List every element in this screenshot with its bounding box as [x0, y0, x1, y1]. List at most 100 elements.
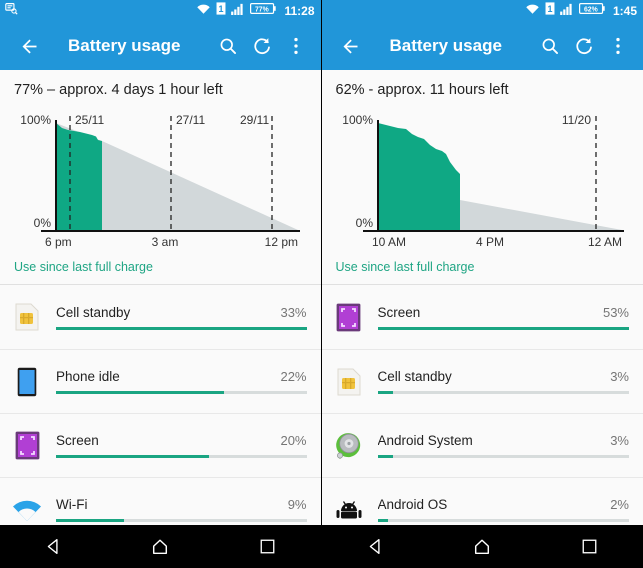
android-os-icon — [334, 495, 364, 525]
y-tick-100: 100% — [20, 113, 51, 127]
wifi-icon — [196, 2, 211, 20]
battery-icon: 62% — [578, 2, 605, 20]
y-tick-100: 100% — [342, 113, 373, 127]
battery-usage-list[interactable]: Screen 53% Cell standby 3% Android Syste… — [321, 285, 643, 525]
x-tick-1: 4 PM — [475, 235, 503, 249]
refresh-icon[interactable] — [245, 26, 279, 66]
nav-home-icon[interactable] — [132, 525, 188, 568]
date-marker-label-1: 11/20 — [561, 113, 590, 127]
sim-indicator-icon: 1 — [216, 2, 226, 20]
sim-card-icon — [334, 367, 364, 397]
list-item-percent: 2% — [610, 497, 629, 512]
battery-history-chart: 100% 0% 11/20 10 AM 4 PM 12 AM — [322, 102, 643, 252]
date-marker-label-2: 27/11 — [176, 113, 205, 127]
usage-bar — [377, 391, 629, 394]
list-item-percent: 9% — [287, 497, 307, 512]
signal-bars-icon — [231, 2, 245, 20]
list-item-percent: 3% — [610, 433, 629, 448]
screen-icon — [334, 302, 364, 332]
usage-bar — [377, 455, 629, 458]
nav-back-icon[interactable] — [347, 525, 403, 568]
page-title: Battery usage — [389, 36, 502, 55]
list-item-label: Wi-Fi — [56, 497, 88, 512]
x-tick-2: 12 AM — [587, 235, 621, 249]
list-item[interactable]: Phone idle 22% — [0, 349, 321, 413]
overflow-menu-icon[interactable] — [279, 26, 313, 66]
search-icon[interactable] — [211, 26, 245, 66]
list-item[interactable]: Cell standby 3% — [321, 349, 643, 413]
x-tick-1: 3 am — [152, 235, 179, 249]
wifi-icon — [525, 2, 540, 20]
list-item[interactable]: Cell standby 33% — [0, 285, 321, 349]
battery-summary-text: 77% – approx. 4 days 1 hour left — [14, 82, 223, 98]
status-clock: 11:28 — [284, 4, 315, 18]
list-item-percent: 20% — [280, 433, 307, 448]
search-icon[interactable] — [533, 26, 567, 66]
signal-bars-icon — [560, 2, 574, 20]
list-item[interactable]: Android OS 2% — [321, 477, 643, 525]
system-nav-bar — [0, 525, 321, 568]
app-bar: Battery usage — [321, 22, 643, 70]
svg-text:1: 1 — [219, 4, 224, 14]
list-item-percent: 33% — [280, 304, 307, 320]
battery-summary-text: 62% - approx. 11 hours left — [335, 82, 509, 98]
date-marker-label-3: 29/11 — [240, 113, 269, 127]
usage-bar — [377, 519, 629, 522]
list-item-label: Android OS — [377, 497, 448, 512]
back-arrow-icon[interactable] — [334, 26, 368, 66]
y-tick-0: 0% — [355, 216, 373, 230]
page-content: 77% – approx. 4 days 1 hour left 100% 0%… — [0, 70, 321, 525]
usage-bar — [56, 519, 307, 522]
list-item-percent: 22% — [280, 369, 307, 384]
list-item-percent: 53% — [602, 304, 629, 320]
y-tick-0: 0% — [34, 216, 52, 230]
status-bar: 1 62% 1:45 — [321, 0, 643, 22]
status-bar: 1 77% 11:28 — [0, 0, 321, 22]
list-item-label: Screen — [377, 304, 421, 320]
overflow-menu-icon[interactable] — [601, 26, 635, 66]
battery-history-chart: 100% 0% 25/11 27/11 29/11 6 pm 3 am 12 p… — [0, 102, 321, 252]
x-tick-0: 10 AM — [372, 235, 406, 249]
nav-home-icon[interactable] — [454, 525, 510, 568]
page-content: 62% - approx. 11 hours left 100% 0% 11/2… — [321, 70, 643, 525]
status-clock: 1:45 — [612, 4, 637, 18]
battery-level-text: 62% — [584, 6, 598, 13]
use-since-last-full-charge-link[interactable]: Use since last full charge — [0, 252, 321, 284]
use-since-last-full-charge-link[interactable]: Use since last full charge — [322, 252, 643, 284]
list-item-label: Cell standby — [377, 369, 452, 384]
list-item[interactable]: Screen 20% — [0, 413, 321, 477]
list-item[interactable]: Android System 3% — [321, 413, 643, 477]
left-phone-screen: 1 77% 11:28 Battery usage 77% – approx. … — [0, 0, 321, 568]
list-item-label: Screen — [56, 433, 99, 448]
usage-bar — [377, 326, 629, 330]
list-item-percent: 3% — [610, 369, 629, 384]
list-item[interactable]: Wi-Fi 9% — [0, 477, 321, 525]
back-arrow-icon[interactable] — [12, 26, 46, 66]
battery-icon: 77% — [250, 2, 277, 20]
android-system-icon — [334, 431, 364, 461]
chart-used-area — [377, 123, 460, 230]
screenshot-icon — [5, 2, 18, 20]
nav-recents-icon[interactable] — [239, 525, 295, 568]
list-item-label: Cell standby — [56, 304, 131, 320]
page-title: Battery usage — [68, 36, 181, 55]
system-nav-bar — [321, 525, 643, 568]
wifi-app-icon — [12, 495, 42, 525]
dual-screenshot-comparison: 1 77% 11:28 Battery usage 77% – approx. … — [0, 0, 643, 568]
svg-text:1: 1 — [547, 4, 552, 14]
refresh-icon[interactable] — [567, 26, 601, 66]
list-item[interactable]: Screen 53% — [321, 285, 643, 349]
right-phone-screen: 1 62% 1:45 Battery usage 62% - approx. 1… — [320, 0, 643, 568]
usage-bar — [56, 455, 307, 458]
phone-idle-icon — [12, 367, 42, 397]
nav-recents-icon[interactable] — [561, 525, 617, 568]
battery-usage-list[interactable]: Cell standby 33% Phone idle 22% Screen 2… — [0, 285, 321, 525]
sim-indicator-icon: 1 — [545, 2, 555, 20]
nav-back-icon[interactable] — [25, 525, 81, 568]
date-marker-label-1: 25/11 — [75, 113, 104, 127]
app-bar: Battery usage — [0, 22, 321, 70]
x-tick-2: 12 pm — [265, 235, 298, 249]
list-item-label: Android System — [377, 433, 473, 448]
chart-used-area — [56, 123, 102, 230]
list-item-label: Phone idle — [56, 369, 120, 384]
